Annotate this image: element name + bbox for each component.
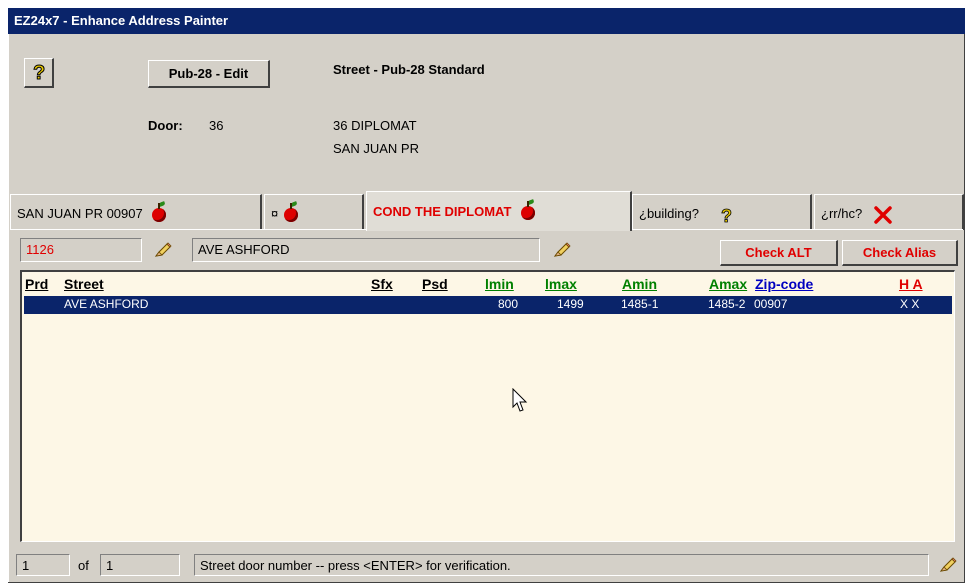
col-lmax[interactable]: lmax — [545, 276, 577, 292]
col-prd[interactable]: Prd — [25, 276, 48, 292]
total-pages-field: 1 — [100, 554, 180, 576]
cell-amax: 1485-2 — [708, 297, 746, 311]
tab-cond-the-diplomat[interactable]: COND THE DIPLOMAT — [366, 191, 632, 231]
door-value: 36 — [209, 118, 224, 133]
tab-label: ¿building? — [639, 206, 699, 221]
mouse-cursor-icon — [512, 388, 528, 412]
check-alt-button[interactable]: Check ALT — [720, 240, 838, 266]
col-sfx[interactable]: Sfx — [371, 276, 393, 292]
apple-icon — [152, 202, 167, 222]
cell-street: AVE ASHFORD — [64, 297, 149, 311]
svg-text:?: ? — [33, 62, 45, 83]
tab-rr-hc[interactable]: ¿rr/hc? — [814, 194, 964, 230]
col-street[interactable]: Street — [64, 276, 104, 292]
tab-building[interactable]: ¿building? ? — [632, 194, 812, 230]
standard-title: Street - Pub-28 Standard — [333, 62, 485, 77]
cell-amin: 1485-1 — [621, 297, 659, 311]
pencil-icon[interactable] — [938, 555, 958, 575]
street-list[interactable]: Prd Street Sfx Psd lmin lmax Amin Amax Z… — [20, 270, 955, 542]
window-title: EZ24x7 - Enhance Address Painter — [8, 8, 965, 34]
cell-zip: 00907 — [754, 297, 788, 311]
tab-currency[interactable]: ¤ — [264, 194, 364, 230]
status-message: Street door number -- press <ENTER> for … — [194, 554, 929, 576]
tab-city-state-zip[interactable]: SAN JUAN PR 00907 — [10, 194, 262, 230]
help-button[interactable]: ? — [24, 58, 54, 88]
number-field[interactable]: 1126 — [20, 238, 142, 262]
cell-ha: X X — [900, 297, 920, 311]
cell-lmin: 800 — [498, 297, 519, 311]
tab-label: ¤ — [271, 206, 279, 221]
check-alias-button[interactable]: Check Alias — [842, 240, 958, 266]
col-lmin[interactable]: lmin — [485, 276, 514, 292]
door-label: Door: — [148, 118, 183, 133]
page-number-field: 1 — [16, 554, 70, 576]
col-zip-code[interactable]: Zip-code — [755, 276, 813, 292]
col-ha[interactable]: H A — [899, 276, 923, 292]
apple-icon — [283, 202, 298, 222]
tab-label: SAN JUAN PR 00907 — [17, 206, 143, 221]
pencil-icon[interactable] — [153, 240, 173, 260]
x-icon — [874, 205, 892, 224]
col-psd[interactable]: Psd — [422, 276, 448, 292]
apple-icon — [521, 200, 536, 220]
address-line-1: 36 DIPLOMAT — [333, 118, 417, 133]
col-amin[interactable]: Amin — [622, 276, 657, 292]
address-line-2: SAN JUAN PR — [333, 141, 419, 156]
table-row[interactable]: AVE ASHFORD 800 1499 1485-1 1485-2 00907… — [24, 296, 952, 314]
cell-lmax: 1499 — [557, 297, 584, 311]
col-amax[interactable]: Amax — [709, 276, 747, 292]
pencil-icon[interactable] — [552, 240, 572, 260]
tab-label: COND THE DIPLOMAT — [373, 204, 512, 219]
street-field[interactable]: AVE ASHFORD — [192, 238, 540, 262]
tab-label: ¿rr/hc? — [821, 206, 863, 221]
pub28-edit-button[interactable]: Pub-28 - Edit — [148, 60, 270, 88]
of-label: of — [78, 558, 89, 573]
svg-text:?: ? — [721, 206, 732, 225]
question-icon: ? — [720, 205, 732, 226]
question-icon: ? — [32, 62, 45, 85]
app-window: EZ24x7 - Enhance Address Painter ? Pub-2… — [8, 8, 965, 583]
